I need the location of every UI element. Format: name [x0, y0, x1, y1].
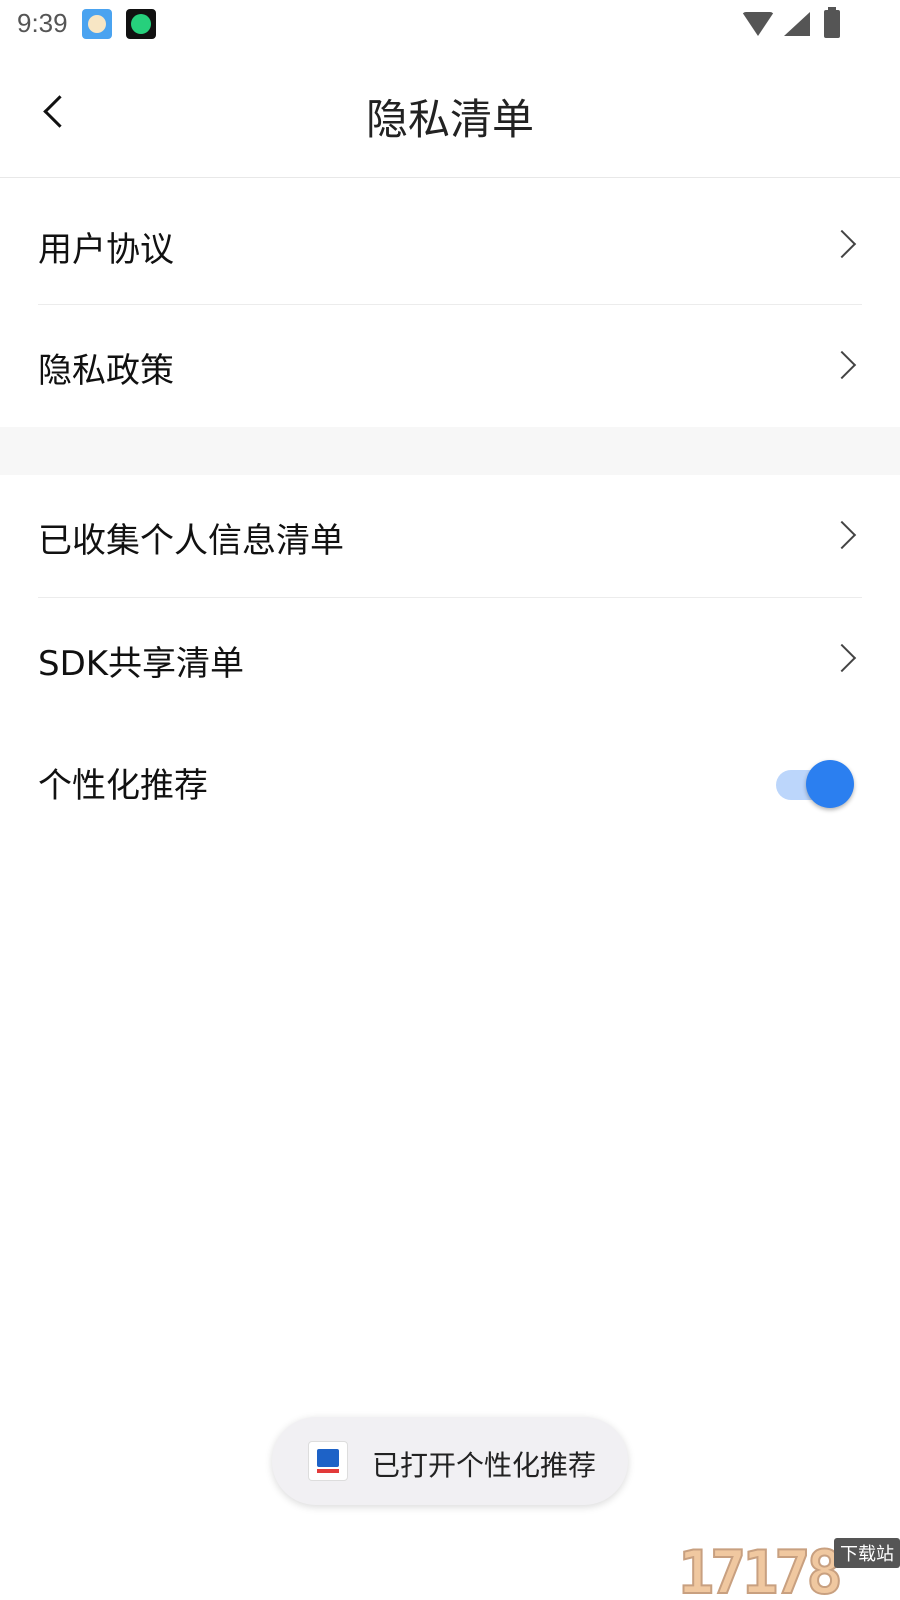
- chevron-right-icon: [832, 646, 854, 668]
- collected-info-list-row[interactable]: 已收集个人信息清单: [0, 475, 900, 595]
- privacy-policy-row[interactable]: 隐私政策: [0, 305, 900, 425]
- chevron-right-icon: [832, 523, 854, 545]
- watermark-logo: 17178 下载站: [677, 1537, 900, 1600]
- personalized-recommendation-toggle[interactable]: [772, 760, 854, 810]
- signal-icon: [784, 12, 810, 36]
- sdk-share-list-row[interactable]: SDK共享清单: [0, 598, 900, 718]
- toast-message: 已打开个性化推荐: [272, 1417, 628, 1505]
- row-label: 隐私政策: [38, 351, 174, 391]
- watermark-badge: 下载站: [834, 1538, 900, 1568]
- sleep-app-notification-icon: [126, 9, 156, 39]
- row-label: SDK共享清单: [38, 644, 245, 684]
- section-separator: [0, 427, 900, 475]
- user-agreement-row[interactable]: 用户协议: [0, 184, 900, 304]
- toggle-knob: [806, 760, 854, 808]
- row-label: 用户协议: [38, 230, 174, 270]
- status-time: 9:39: [17, 8, 68, 38]
- app-header: 隐私清单: [0, 48, 900, 178]
- chevron-right-icon: [832, 232, 854, 254]
- row-label: 已收集个人信息清单: [38, 521, 344, 561]
- page-title: 隐私清单: [365, 95, 534, 144]
- app-notification-icon: [82, 9, 112, 39]
- watermark-digits: 17178: [677, 1537, 844, 1600]
- wifi-icon: [742, 12, 774, 36]
- row-label: 个性化推荐: [38, 766, 208, 806]
- personalized-recommendation-row: 个性化推荐: [0, 720, 900, 840]
- chevron-right-icon: [832, 353, 854, 375]
- app-logo-icon: [308, 1441, 348, 1481]
- toast-text: 已打开个性化推荐: [372, 1449, 597, 1482]
- status-bar: 9:39: [0, 0, 900, 48]
- battery-charging-icon: [824, 7, 840, 38]
- status-indicators: [742, 7, 852, 38]
